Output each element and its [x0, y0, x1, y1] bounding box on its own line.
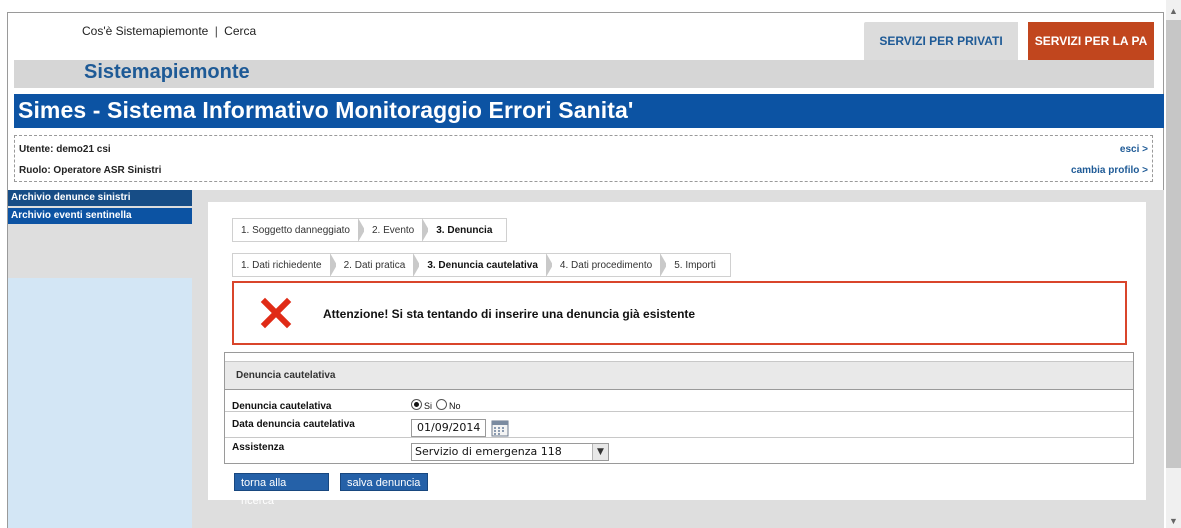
- alert-message: Attenzione! Si sta tentando di inserire …: [323, 307, 696, 321]
- form-section: Denuncia cautelativa: [224, 352, 1134, 464]
- substep-dati-pratica[interactable]: 2. Dati pratica: [335, 253, 421, 277]
- sidebar-item-archivio-denunce[interactable]: Archivio denunce sinistri: [8, 190, 192, 206]
- chevron-down-icon[interactable]: ▼: [592, 444, 608, 460]
- sidebar-item-archivio-eventi[interactable]: Archivio eventi sentinella: [8, 208, 192, 224]
- change-profile-link[interactable]: cambia profilo >: [1071, 165, 1148, 176]
- sidebar: Archivio denunce sinistri Archivio event…: [8, 190, 192, 528]
- radio-no-label: No: [449, 401, 461, 411]
- link-search[interactable]: Cerca: [224, 24, 256, 38]
- calendar-icon[interactable]: [491, 419, 509, 437]
- step-soggetto[interactable]: 1. Soggetto danneggiato: [232, 218, 365, 242]
- servizi-pa-button[interactable]: SERVIZI PER LA PA: [1028, 22, 1154, 60]
- app-title-bar: Simes - Sistema Informativo Monitoraggio…: [14, 94, 1164, 128]
- scroll-up-icon[interactable]: ▲: [1166, 4, 1181, 18]
- section-title: Denuncia cautelativa: [236, 370, 336, 381]
- radio-no[interactable]: [436, 399, 447, 410]
- steps-sub: 1. Dati richiedente 2. Dati pratica 3. D…: [232, 253, 731, 277]
- servizi-privati-button[interactable]: SERVIZI PER PRIVATI: [864, 22, 1018, 60]
- assistenza-select[interactable]: Servizio di emergenza 118 ▼: [411, 443, 609, 461]
- scroll-down-icon[interactable]: ▼: [1166, 514, 1181, 528]
- link-about[interactable]: Cos'è Sistemapiemonte: [82, 24, 208, 38]
- user-role: Ruolo: Operatore ASR Sinistri: [19, 165, 162, 176]
- row-divider: [225, 437, 1133, 438]
- top-links: Cos'è Sistemapiemonte | Cerca: [82, 24, 256, 38]
- save-complaint-button[interactable]: salva denuncia: [340, 473, 428, 491]
- assistenza-selected-value: Servizio di emergenza 118: [415, 445, 562, 458]
- back-to-search-button[interactable]: torna alla ricerca: [234, 473, 329, 507]
- substep-dati-richiedente[interactable]: 1. Dati richiedente: [232, 253, 337, 277]
- brand-title[interactable]: Sistemapiemonte: [84, 61, 250, 84]
- error-x-icon: [260, 297, 292, 329]
- radio-si-label: Si: [424, 401, 433, 411]
- step-denuncia[interactable]: 3. Denuncia: [428, 218, 508, 242]
- error-alert: Attenzione! Si sta tentando di inserire …: [232, 281, 1127, 345]
- substep-denuncia-cautelativa[interactable]: 3. Denuncia cautelativa: [419, 253, 553, 277]
- brand-bar: Sistemapiemonte: [14, 60, 1154, 88]
- user-name: Utente: demo21 csi: [19, 144, 111, 155]
- label-data-denuncia: Data denuncia cautelativa: [232, 419, 355, 430]
- link-separator: |: [214, 24, 218, 38]
- substep-importi[interactable]: 5. Importi: [666, 253, 731, 277]
- scrollbar-thumb[interactable]: [1166, 20, 1181, 468]
- substep-dati-procedimento[interactable]: 4. Dati procedimento: [551, 253, 668, 277]
- step-evento[interactable]: 2. Evento: [363, 218, 430, 242]
- steps-main: 1. Soggetto danneggiato 2. Evento 3. Den…: [232, 218, 508, 242]
- logout-link[interactable]: esci >: [1120, 144, 1148, 155]
- date-field[interactable]: 01/09/2014: [411, 419, 486, 437]
- label-denuncia-cautelativa: Denuncia cautelativa: [232, 401, 332, 412]
- user-info-box: Utente: demo21 csi Ruolo: Operatore ASR …: [14, 135, 1153, 182]
- label-assistenza: Assistenza: [232, 442, 285, 453]
- row-divider: [225, 411, 1133, 412]
- section-header: Denuncia cautelativa: [225, 361, 1133, 390]
- radio-si[interactable]: [411, 399, 422, 410]
- app-title: Simes - Sistema Informativo Monitoraggio…: [18, 97, 634, 123]
